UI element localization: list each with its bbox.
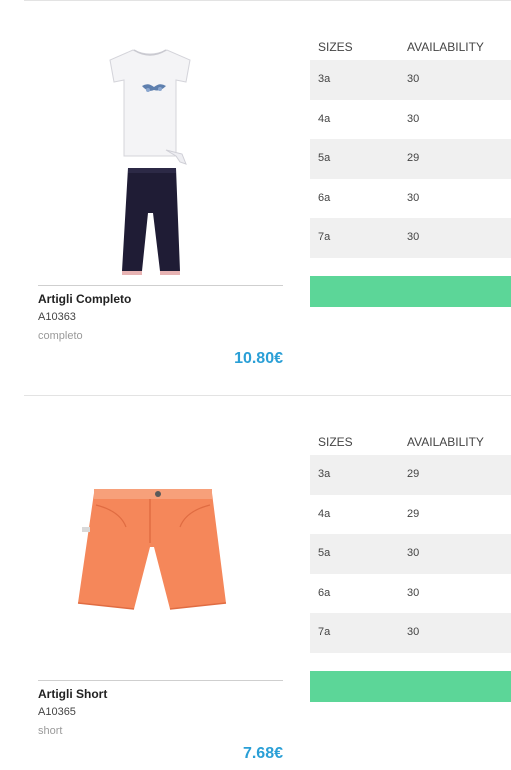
- availability-cell: 30: [407, 112, 420, 125]
- size-cell: 4a: [318, 112, 331, 125]
- table-row: 6a 30: [310, 179, 511, 219]
- availability-header: AVAILABILITY: [407, 40, 484, 54]
- sizes-header: SIZES: [318, 435, 353, 449]
- size-availability-table: SIZES AVAILABILITY 3a 30 4a 30 5a 29 6a …: [310, 40, 511, 258]
- availability-cell: 30: [407, 547, 420, 559]
- availability-cell: 30: [407, 586, 420, 599]
- availability-header: AVAILABILITY: [407, 435, 484, 449]
- availability-cell: 29: [407, 468, 420, 480]
- product-category: completo: [38, 330, 83, 342]
- product-image-completo[interactable]: [30, 38, 288, 278]
- table-row: 3a 30: [310, 60, 511, 100]
- product-name[interactable]: Artigli Completo: [38, 292, 131, 306]
- product-divider-line: [38, 285, 283, 286]
- size-cell: 5a: [318, 152, 331, 164]
- product-price: 7.68€: [242, 745, 283, 762]
- size-cell: 5a: [318, 547, 331, 559]
- leggings-illustration: [122, 168, 180, 275]
- product-name[interactable]: Artigli Short: [38, 687, 107, 701]
- table-row: 5a 30: [310, 534, 511, 574]
- product-code: A10363: [38, 311, 76, 323]
- availability-cell: 30: [407, 191, 420, 204]
- product-category: short: [38, 725, 63, 737]
- table-header: SIZES AVAILABILITY: [310, 435, 511, 455]
- availability-cell: 29: [407, 507, 420, 520]
- table-row: 4a 30: [310, 100, 511, 140]
- product-price: 10.80€: [234, 350, 283, 367]
- product-image-short[interactable]: [30, 475, 288, 625]
- product-card-completo: Artigli Completo A10363 completo 10.80€ …: [0, 0, 511, 390]
- availability-cell: 30: [407, 231, 420, 243]
- sizes-header: SIZES: [318, 40, 353, 54]
- availability-cell: 29: [407, 152, 420, 164]
- availability-cell: 30: [407, 626, 420, 638]
- table-row: 6a 30: [310, 574, 511, 614]
- product-card-short: Artigli Short A10365 short 7.68€ SIZES A…: [0, 395, 511, 770]
- shorts-illustration: [77, 489, 227, 610]
- table-row: 7a 30: [310, 613, 511, 653]
- product-divider-line: [38, 680, 283, 681]
- availability-cell: 30: [407, 73, 420, 85]
- add-to-cart-button[interactable]: [310, 276, 511, 307]
- table-row: 7a 30: [310, 218, 511, 258]
- size-cell: 7a: [318, 231, 331, 243]
- size-cell: 4a: [318, 507, 331, 520]
- table-header: SIZES AVAILABILITY: [310, 40, 511, 60]
- size-availability-table: SIZES AVAILABILITY 3a 29 4a 29 5a 30 6a …: [310, 435, 511, 653]
- size-cell: 6a: [318, 586, 331, 599]
- size-cell: 7a: [318, 626, 331, 638]
- table-row: 5a 29: [310, 139, 511, 179]
- tshirt-illustration: [109, 49, 191, 165]
- table-row: 4a 29: [310, 495, 511, 535]
- add-to-cart-button[interactable]: [310, 671, 511, 702]
- size-cell: 3a: [318, 73, 331, 85]
- size-cell: 6a: [318, 191, 331, 204]
- table-row: 3a 29: [310, 455, 511, 495]
- size-cell: 3a: [318, 468, 331, 480]
- product-code: A10365: [38, 706, 76, 718]
